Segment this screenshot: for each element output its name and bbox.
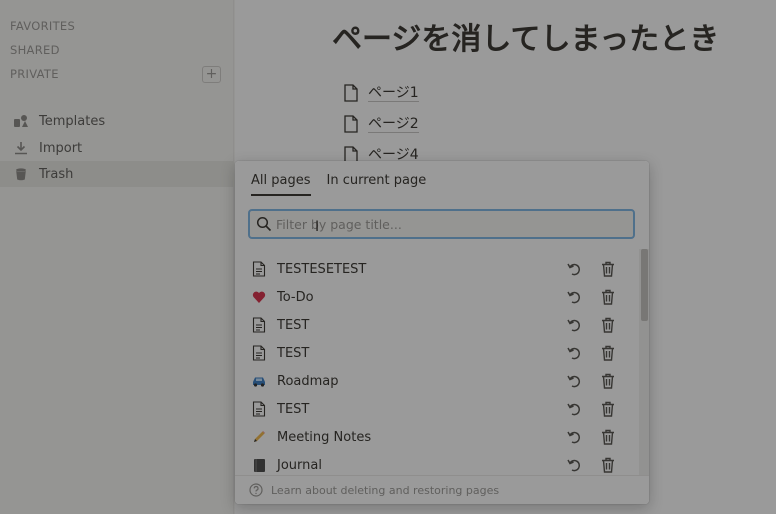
trash-item-label: TESTESETEST (277, 261, 367, 277)
trash-item-label: To-Do (277, 289, 314, 305)
delete-icon[interactable] (599, 316, 617, 334)
help-link[interactable]: Learn about deleting and restoring pages (271, 484, 499, 497)
scrollbar-thumb[interactable] (641, 249, 648, 321)
delete-icon[interactable] (599, 260, 617, 278)
delete-icon[interactable] (599, 344, 617, 362)
tab-in-current-page[interactable]: In current page (327, 173, 427, 196)
trash-item-label: TEST (277, 401, 310, 417)
trash-list-item[interactable]: Meeting Notes (235, 423, 637, 451)
page-icon (251, 317, 267, 333)
restore-icon[interactable] (565, 400, 583, 418)
trash-item-label: Meeting Notes (277, 429, 372, 445)
restore-icon[interactable] (565, 428, 583, 446)
delete-icon[interactable] (599, 456, 617, 474)
pencil-emoji-icon (251, 429, 267, 445)
trash-item-label: Journal (277, 457, 322, 473)
restore-icon[interactable] (565, 344, 583, 362)
page-icon (251, 401, 267, 417)
trash-list-item[interactable]: Roadmap (235, 367, 637, 395)
search-box (248, 209, 635, 239)
trash-item-label: Roadmap (277, 373, 339, 389)
help-icon (249, 483, 263, 497)
delete-icon[interactable] (599, 428, 617, 446)
page-icon (251, 345, 267, 361)
tab-all-pages[interactable]: All pages (251, 173, 311, 196)
delete-icon[interactable] (599, 372, 617, 390)
page-icon (251, 261, 267, 277)
delete-icon[interactable] (599, 400, 617, 418)
restore-icon[interactable] (565, 316, 583, 334)
trash-item-label: TEST (277, 317, 310, 333)
heart-emoji-icon (251, 289, 267, 305)
trash-list-item[interactable]: To-Do (235, 283, 637, 311)
text-cursor-icon: I (315, 219, 320, 235)
trash-list-item[interactable]: TEST (235, 311, 637, 339)
delete-icon[interactable] (599, 288, 617, 306)
trash-list-item[interactable]: TEST (235, 339, 637, 367)
trash-tabs: All pages In current page (251, 173, 442, 196)
scrollbar[interactable] (639, 249, 649, 475)
trash-list-item[interactable]: TESTESETEST (235, 255, 637, 283)
trash-footer[interactable]: Learn about deleting and restoring pages (235, 475, 649, 504)
notebook-emoji-icon (251, 457, 267, 473)
trash-item-label: TEST (277, 345, 310, 361)
restore-icon[interactable] (565, 456, 583, 474)
restore-icon[interactable] (565, 372, 583, 390)
trash-list-item[interactable]: TEST (235, 395, 637, 423)
restore-icon[interactable] (565, 288, 583, 306)
filter-input[interactable] (276, 216, 616, 232)
trash-list: TESTESETEST To-Do TEST TEST Roadmap TEST… (235, 255, 637, 475)
search-icon (256, 216, 272, 232)
trash-popup: All pages In current page I TESTESETEST … (235, 161, 649, 504)
restore-icon[interactable] (565, 260, 583, 278)
car-emoji-icon (251, 373, 267, 389)
